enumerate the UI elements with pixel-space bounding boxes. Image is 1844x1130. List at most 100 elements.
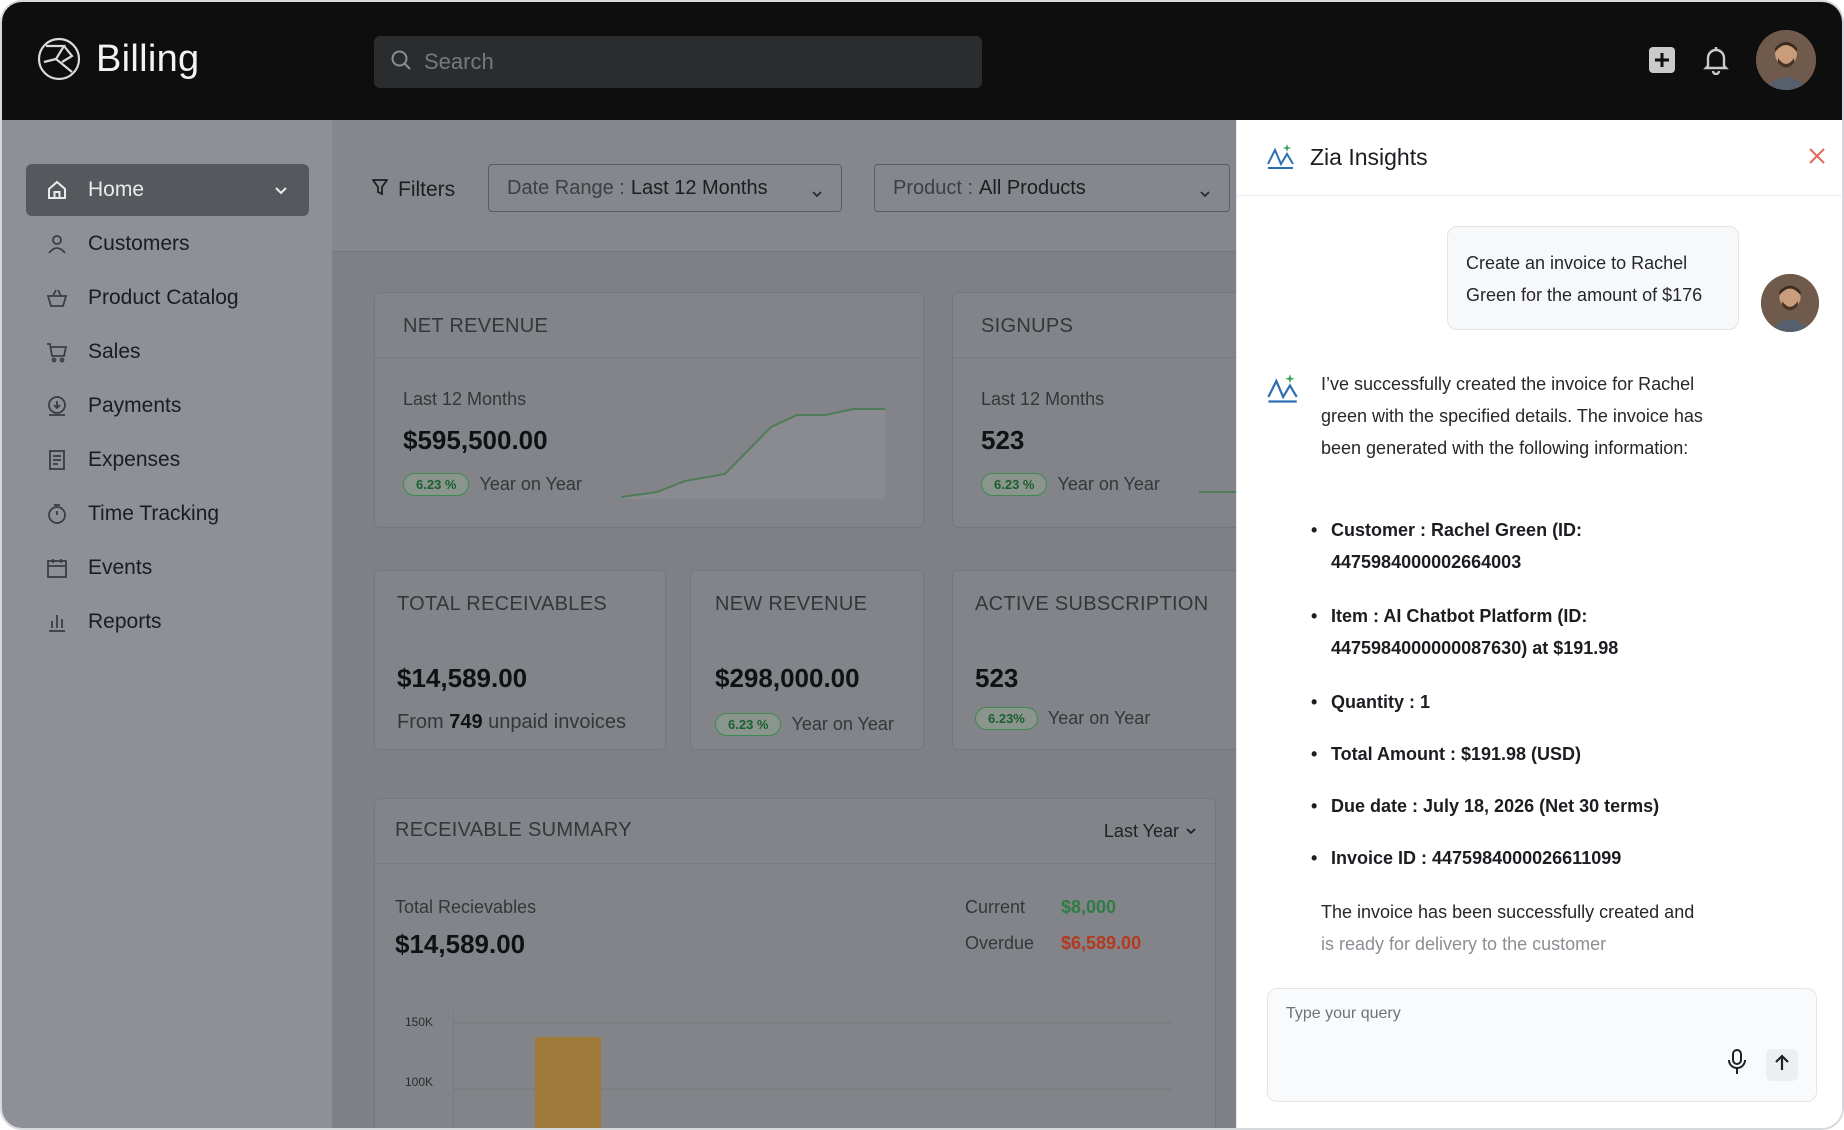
basket-icon [46,287,68,309]
sidebar-item-label: Payments [88,394,182,417]
list-item: Item : AI Chatbot Platform (ID: 44759840… [1311,600,1731,664]
search-icon [390,49,412,76]
signups-sparkline [1199,491,1239,493]
product-select[interactable]: Product : All Products [874,164,1230,212]
card-value: $595,500.00 [403,425,548,455]
cart-icon [46,341,68,363]
header-actions [1648,30,1816,90]
card-value: $14,589.00 [397,663,528,693]
card-change: 6.23 % Year on Year [981,473,1160,496]
list-item: Due date : July 18, 2026 (Net 30 terms) [1311,790,1731,822]
payment-icon [46,395,68,417]
card-change: 6.23 % Year on Year [715,713,894,736]
sidebar: Home Customers Product Catalog Sales Pay… [2,120,332,1128]
sidebar-item-label: Reports [88,610,162,633]
sidebar-item-expenses[interactable]: Expenses [26,434,309,486]
bell-icon[interactable] [1702,45,1730,75]
unpaid-invoices-text: From 749 unpaid invoices [397,711,626,734]
top-bar: Billing [2,2,1842,120]
list-item: Invoice ID : 4475984000026611099 [1311,842,1731,874]
sidebar-item-product-catalog[interactable]: Product Catalog [26,272,309,324]
sidebar-item-label: Sales [88,340,141,363]
unpaid-count: 749 [449,711,483,733]
zia-reply-closing: The invoice has been successfully create… [1321,896,1741,960]
change-badge: 6.23 % [715,713,782,736]
date-range-select[interactable]: Date Range : Last 12 Months [488,164,842,212]
closing-text: The invoice has been successfully create… [1321,902,1695,922]
card-title: NEW REVENUE [715,593,868,615]
plus-square-icon[interactable] [1648,46,1676,74]
card-divider [375,357,923,358]
app-window: Billing Search Home Customers Product Ca… [0,0,1844,1130]
card-title: RECEIVABLE SUMMARY [395,819,632,841]
card-title: NET REVENUE [403,315,549,337]
change-badge: 6.23 % [981,473,1048,496]
zia-header: Zia Insights [1237,120,1842,196]
microphone-icon[interactable] [1726,1048,1748,1081]
filters-button[interactable]: Filters [371,178,455,202]
unpaid-suffix: unpaid invoices [488,711,627,733]
overdue-label: Overdue [965,933,1035,953]
user-icon [46,233,68,255]
close-icon[interactable] [1807,146,1827,171]
sidebar-item-reports[interactable]: Reports [26,596,309,648]
sidebar-item-label: Product Catalog [88,286,239,309]
send-button[interactable] [1766,1049,1798,1081]
bar-chart-icon [46,611,68,633]
card-change: 6.23% Year on Year [975,707,1150,730]
chevron-down-icon[interactable] [273,180,289,204]
search-input[interactable] [424,49,964,75]
change-label: Year on Year [791,714,894,734]
net-revenue-card[interactable]: NET REVENUE Last 12 Months $595,500.00 6… [374,292,924,528]
product-label: Product : [893,176,974,199]
receivable-summary-chart [453,1011,1171,1128]
change-label: Year on Year [1047,708,1151,728]
sidebar-item-sales[interactable]: Sales [26,326,309,378]
home-icon [46,179,68,201]
current-value: $8,000 [1061,897,1117,917]
list-item: Customer : Rachel Green (ID: 44759840000… [1311,514,1731,578]
search-bar[interactable] [374,36,982,88]
total-receivables-value: $14,589.00 [395,929,526,959]
change-badge: 6.23 % [403,473,470,496]
user-avatar[interactable] [1756,30,1816,90]
list-item: Quantity : 1 [1311,686,1731,718]
zia-title: Zia Insights [1310,144,1428,170]
chevron-down-icon [1199,183,1211,206]
sidebar-item-customers[interactable]: Customers [26,218,309,270]
calendar-icon [46,557,68,579]
chevron-down-icon [811,183,823,206]
filter-icon [371,178,389,202]
active-subscription-card[interactable]: ACTIVE SUBSCRIPTION 523 6.23% Year on Ye… [952,570,1252,750]
date-range-label: Date Range : [507,176,625,199]
zia-insights-panel: Zia Insights Create an invoice to Rachel… [1236,120,1842,1128]
card-change: 6.23 % Year on Year [403,473,582,496]
date-range-value: Last 12 Months [630,176,768,199]
card-period: Last 12 Months [981,389,1105,409]
app-name: Billing [96,37,200,80]
filter-bar: Filters Date Range : Last 12 Months Prod… [332,120,1236,252]
card-value: $298,000.00 [715,663,860,693]
sidebar-item-home[interactable]: Home [26,164,309,216]
zia-bot-icon [1265,372,1299,411]
from-label: From [397,711,444,733]
card-title: TOTAL RECEIVABLES [397,593,607,615]
closing-text-faded: is ready for delivery to the customer [1321,934,1607,954]
brand[interactable]: Billing [36,36,199,82]
overdue-value: $6,589.00 [1061,933,1142,953]
billing-logo-icon [36,36,82,82]
query-input[interactable] [1286,1005,1786,1045]
sidebar-item-events[interactable]: Events [26,542,309,594]
change-label: Year on Year [1057,474,1160,494]
signups-card[interactable]: SIGNUPS Last 12 Months 523 6.23 % Year o… [952,292,1252,528]
sidebar-item-payments[interactable]: Payments [26,380,309,432]
summary-period-select[interactable]: Last Year [1104,821,1197,842]
sidebar-item-label: Customers [88,232,190,255]
card-value: 523 [981,425,1025,455]
card-divider [953,357,1251,358]
receipt-icon [46,449,68,471]
sidebar-item-time-tracking[interactable]: Time Tracking [26,488,309,540]
current-label: Current [965,897,1026,917]
total-receivables-card[interactable]: TOTAL RECEIVABLES $14,589.00 From 749 un… [374,570,666,750]
new-revenue-card[interactable]: NEW REVENUE $298,000.00 6.23 % Year on Y… [690,570,924,750]
